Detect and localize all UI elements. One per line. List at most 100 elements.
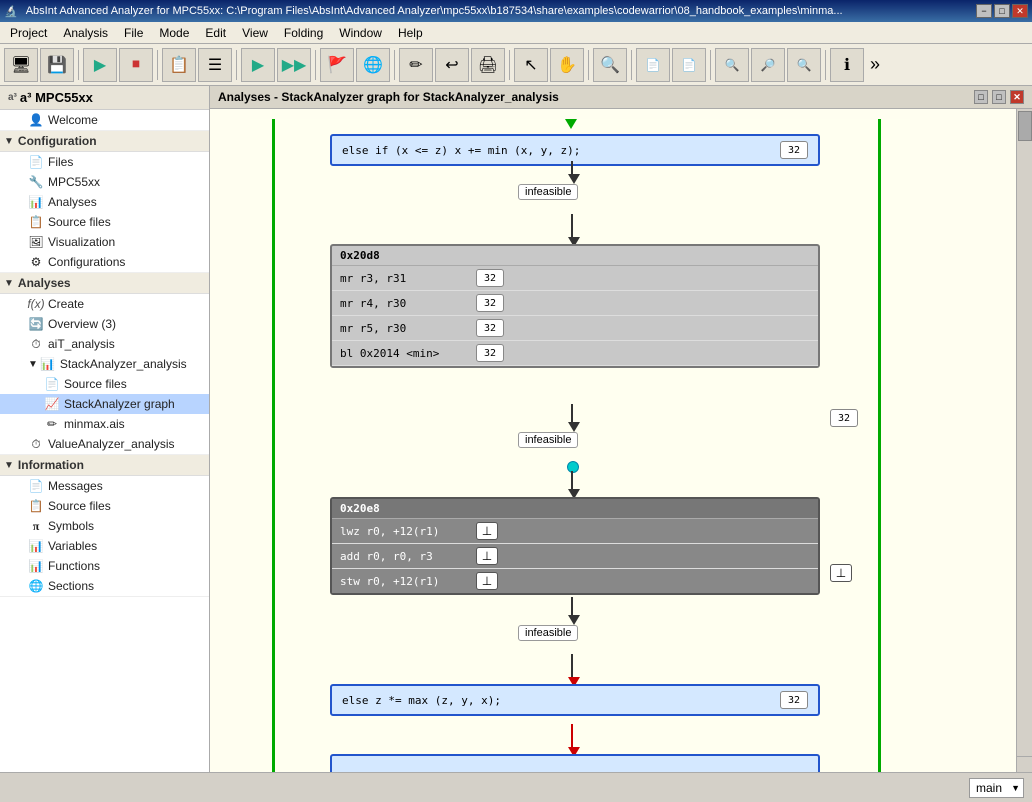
close-button[interactable]: ✕ [1012, 4, 1028, 18]
sidebar-configurations[interactable]: ⚙ Configurations [0, 252, 209, 272]
analyses-icon: 📊 [28, 194, 44, 210]
toolbar-btn-page2[interactable]: 📄 [672, 48, 706, 82]
toolbar-btn-print[interactable]: 🖨 [471, 48, 505, 82]
node2-row1: mr r3, r31 32 [332, 266, 818, 291]
sidebar-source-config[interactable]: 📋 Source files [0, 212, 209, 232]
sidebar-messages[interactable]: 📄 Messages [0, 476, 209, 496]
mpc-title: a³ MPC55xx [20, 90, 93, 105]
main-layout: a³ a³ MPC55xx 👤 Welcome ▼ Configuration … [0, 86, 1032, 772]
menu-project[interactable]: Project [2, 24, 55, 42]
panel-minimize[interactable]: □ [974, 90, 988, 104]
toolbar-more[interactable]: » [866, 54, 884, 75]
toolbar-btn-hand[interactable]: ✋ [550, 48, 584, 82]
sidebar-stack-graph[interactable]: 📈 StackAnalyzer graph [0, 394, 209, 414]
toolbar-btn-play[interactable]: ▶ [83, 48, 117, 82]
menu-folding[interactable]: Folding [276, 24, 331, 42]
line6 [571, 654, 573, 679]
sidebar-ait[interactable]: ⏱ aiT_analysis [0, 334, 209, 354]
arrow1 [568, 174, 580, 184]
sidebar-valueanalyzer[interactable]: ⏱ ValueAnalyzer_analysis [0, 434, 209, 454]
menu-view[interactable]: View [234, 24, 276, 42]
toolbar-btn-zoom-out[interactable]: 🔍 [787, 48, 821, 82]
toolbar-btn-page1[interactable]: 📄 [636, 48, 670, 82]
node3-side-badge: ⊥ [830, 564, 852, 582]
node5-partial[interactable] [330, 754, 820, 772]
sidebar-functions[interactable]: 📊 Functions [0, 556, 209, 576]
toolbar-sep-3 [236, 50, 237, 80]
analyses-section[interactable]: ▼ Analyses [0, 273, 209, 294]
vertical-scrollbar[interactable] [1016, 109, 1032, 756]
config-arrow: ▼ [4, 136, 14, 147]
vis-icon: 🖼 [28, 234, 44, 250]
toolbar-btn-table[interactable]: 📋 [162, 48, 196, 82]
node1-text: else if (x <= z) x += min (x, y, z); [342, 144, 580, 157]
toolbar-btn-play3[interactable]: ▶▶ [277, 48, 311, 82]
info-arrow: ▼ [4, 460, 14, 471]
analyses-group: ▼ Analyses f(x) Create 🔄 Overview (3) ⏱ … [0, 273, 209, 455]
scrollbar-thumb[interactable] [1018, 111, 1032, 141]
panel-maximize[interactable]: □ [992, 90, 1006, 104]
node2-side-badge: 32 [830, 409, 858, 427]
node2-instr4: bl 0x2014 <min> [340, 347, 470, 360]
menu-analysis[interactable]: Analysis [55, 24, 116, 42]
vline-left [272, 119, 275, 772]
panel-controls: □ □ ✕ [974, 90, 1024, 104]
msg-icon: 📄 [28, 478, 44, 494]
menu-help[interactable]: Help [390, 24, 431, 42]
node3-row3: stw r0, +12(r1) ⊥ [332, 569, 818, 593]
toolbar-btn-edit[interactable]: ✏ [399, 48, 433, 82]
menu-mode[interactable]: Mode [151, 24, 197, 42]
sidebar-files[interactable]: 📄 Files [0, 152, 209, 172]
node1[interactable]: else if (x <= z) x += min (x, y, z); 32 [330, 134, 820, 166]
sect-icon: 🌐 [28, 578, 44, 594]
toolbar-btn-lines[interactable]: ☰ [198, 48, 232, 82]
toolbar-btn-search[interactable]: 🔍 [593, 48, 627, 82]
toolbar-btn-stop[interactable]: ⏹ [119, 48, 153, 82]
status-dropdown[interactable]: main [969, 778, 1024, 798]
maximize-button[interactable]: □ [994, 4, 1010, 18]
menu-file[interactable]: File [116, 24, 151, 42]
toolbar-btn-zoom-fit[interactable]: 🔍 [715, 48, 749, 82]
node2-instr3: mr r5, r30 [340, 322, 470, 335]
sidebar-visualization[interactable]: 🖼 Visualization [0, 232, 209, 252]
node2-instr2: mr r4, r30 [340, 297, 470, 310]
graph-area[interactable]: else if (x <= z) x += min (x, y, z); 32 … [210, 109, 1032, 772]
minimize-button[interactable]: − [976, 4, 992, 18]
toolbar-btn-cursor[interactable]: ↖ [514, 48, 548, 82]
sidebar-stackanalyzer[interactable]: ▼ 📊 StackAnalyzer_analysis [0, 354, 209, 374]
node3-header: 0x20e8 [332, 499, 818, 519]
sidebar-sections[interactable]: 🌐 Sections [0, 576, 209, 596]
menu-window[interactable]: Window [331, 24, 390, 42]
welcome-icon: 👤 [28, 112, 44, 128]
sidebar-overview[interactable]: 🔄 Overview (3) [0, 314, 209, 334]
toolbar-btn-1[interactable]: 🖥 [4, 48, 38, 82]
sidebar-welcome[interactable]: 👤 Welcome [0, 110, 209, 131]
menu-edit[interactable]: Edit [197, 24, 234, 42]
node2[interactable]: 0x20d8 mr r3, r31 32 mr r4, r30 32 mr r5… [330, 244, 820, 368]
sidebar-create[interactable]: f(x) Create [0, 294, 209, 314]
node4[interactable]: else z *= max (z, y, x); 32 [330, 684, 820, 716]
sidebar-analyses[interactable]: 📊 Analyses [0, 192, 209, 212]
config-section[interactable]: ▼ Configuration [0, 131, 209, 152]
sidebar-variables[interactable]: 📊 Variables [0, 536, 209, 556]
toolbar-btn-undo[interactable]: ↩ [435, 48, 469, 82]
sidebar-info-source[interactable]: 📋 Source files [0, 496, 209, 516]
panel-close[interactable]: ✕ [1010, 90, 1024, 104]
toolbar-btn-zoom-in[interactable]: 🔎 [751, 48, 785, 82]
toolbar-btn-flag[interactable]: 🚩 [320, 48, 354, 82]
src-icon: 📄 [44, 376, 60, 392]
toolbar-btn-play2[interactable]: ▶ [241, 48, 275, 82]
node2-badge2: 32 [476, 294, 504, 312]
toolbar-btn-info[interactable]: ℹ [830, 48, 864, 82]
toolbar-sep-2 [157, 50, 158, 80]
node3-instr2: add r0, r0, r3 [340, 550, 470, 563]
sidebar-symbols[interactable]: π Symbols [0, 516, 209, 536]
sidebar-minmax-ais[interactable]: ✏ minmax.ais [0, 414, 209, 434]
info-section[interactable]: ▼ Information [0, 455, 209, 476]
sidebar-source-files[interactable]: 📄 Source files [0, 374, 209, 394]
titlebar: 🔬 AbsInt Advanced Analyzer for MPC55xx: … [0, 0, 1032, 22]
node3[interactable]: 0x20e8 lwz r0, +12(r1) ⊥ add r0, r0, r3 … [330, 497, 820, 595]
toolbar-btn-globe[interactable]: 🌐 [356, 48, 390, 82]
toolbar-btn-save[interactable]: 💾 [40, 48, 74, 82]
sidebar-mpc55xx[interactable]: 🔧 MPC55xx [0, 172, 209, 192]
